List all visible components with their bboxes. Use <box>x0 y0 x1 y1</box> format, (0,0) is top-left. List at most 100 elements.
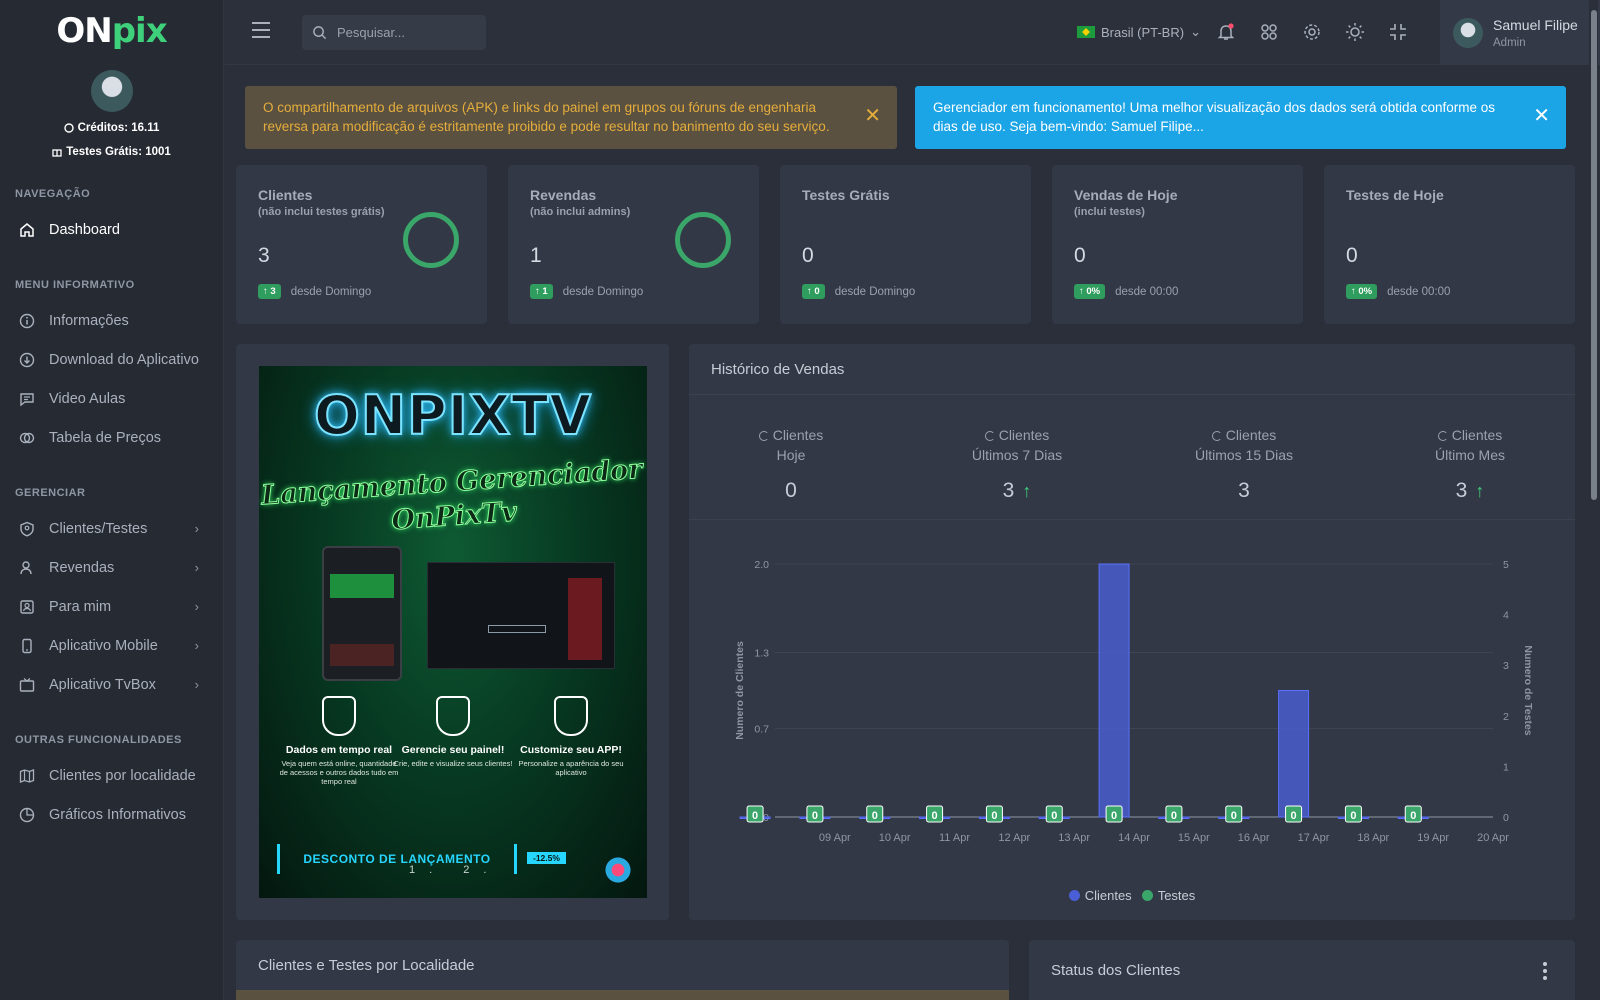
stat-subtitle: (inclui testes) <box>1074 206 1145 218</box>
sidebar-item-aplicativo-tvbox[interactable]: Aplicativo TvBox › <box>0 665 223 704</box>
sidebar-item-para-mim[interactable]: Para mim › <box>0 587 223 626</box>
carousel-indicators[interactable]: 1. 2. <box>409 864 500 876</box>
menu-toggle-icon[interactable] <box>252 22 270 42</box>
avatar <box>1453 17 1483 48</box>
sidebar-item-revendas[interactable]: Revendas › <box>0 548 223 587</box>
kpi-value: 3 <box>1455 479 1468 502</box>
free-tests-text: Testes Grátis: 1001 <box>66 146 171 158</box>
stat-card-testes-gratis: Testes Grátis 0 ↑ 0 desde Domingo <box>780 165 1031 324</box>
feature-desc: Personalize a aparência do seu aplicativ… <box>518 759 624 777</box>
data-label: 0 <box>812 810 818 822</box>
y-tick-label: 2.0 <box>754 559 769 571</box>
kpi-label: Clientes <box>1225 427 1277 443</box>
y2-tick-label: 2 <box>1503 711 1509 723</box>
sidebar-item-video-aulas[interactable]: Video Aulas <box>0 379 223 418</box>
language-label: Brasil (PT-BR) <box>1101 24 1185 40</box>
stat-title: Clientes <box>258 187 313 203</box>
sidebar-item-clientes-testes[interactable]: Clientes/Testes › <box>0 509 223 548</box>
search-icon <box>313 26 327 40</box>
sidebar-item-informacoes[interactable]: Informações <box>0 301 223 340</box>
free-tests-line: Testes Grátis: 1001 <box>52 146 171 158</box>
shield-chart-icon <box>436 696 470 736</box>
gear-icon[interactable] <box>1300 20 1324 44</box>
stat-value: 0 <box>802 244 814 267</box>
page-scrollbar[interactable] <box>1589 0 1598 1000</box>
x-tick-label: 18 Apr <box>1357 832 1389 844</box>
kpi-period: Último Mes <box>1434 447 1505 463</box>
more-vertical-icon[interactable] <box>1543 962 1547 983</box>
apps-grid-icon[interactable] <box>1257 20 1281 44</box>
info-text: Gerenciador em funcionamento! Uma melhor… <box>933 100 1496 134</box>
fullscreen-exit-icon[interactable] <box>1386 20 1410 44</box>
kpi-period: Últimos 7 Dias <box>971 447 1063 463</box>
close-icon[interactable]: ✕ <box>864 106 881 126</box>
stat-value: 0 <box>1074 244 1086 267</box>
refresh-icon <box>1437 431 1448 442</box>
stat-value: 0 <box>1346 244 1358 267</box>
feature-title: Dados em tempo real <box>285 744 393 756</box>
credits-text: Créditos: 16.11 <box>77 122 160 134</box>
warning-alert: O compartilhamento de arquivos (APK) e l… <box>245 86 897 149</box>
legend-item-testes[interactable]: Testes <box>1141 888 1195 903</box>
gift-icon <box>52 149 62 157</box>
trend-badge: ↑ 1 <box>530 284 553 299</box>
sidebar-item-dashboard[interactable]: Dashboard <box>0 210 223 249</box>
user-menu[interactable]: Samuel Filipe Admin <box>1440 0 1600 65</box>
x-tick-label: 17 Apr <box>1298 832 1330 844</box>
phone-mockup <box>322 546 402 681</box>
sales-kpis: Clientes Hoje 0 Clientes Últimos 7 Dias … <box>689 395 1575 520</box>
kpi-clientes-15-dias: Clientes Últimos 15 Dias 3 <box>1144 425 1344 501</box>
logo[interactable]: ONpix <box>0 0 223 62</box>
refresh-icon <box>984 431 995 442</box>
sidebar-item-clientes-localidade[interactable]: Clientes por localidade <box>0 756 223 795</box>
x-tick-label: 20 Apr <box>1477 832 1509 844</box>
avatar[interactable] <box>90 70 133 112</box>
sun-icon[interactable] <box>1343 20 1367 44</box>
kpi-clientes-hoje: Clientes Hoje 0 <box>691 425 891 501</box>
x-tick-label: 10 Apr <box>879 832 911 844</box>
location-card-title: Clientes e Testes por Localidade <box>258 957 475 974</box>
close-icon[interactable]: ✕ <box>1533 106 1550 126</box>
sidebar-item-label: Para mim <box>49 598 112 615</box>
legend-item-clientes[interactable]: Clientes <box>1068 888 1132 903</box>
y2-tick-label: 1 <box>1503 761 1509 773</box>
tv-logo-icon <box>603 856 633 884</box>
trend-badge: ↑ 0 <box>802 284 825 299</box>
nav-section-title: NAVEGAÇÃO <box>15 188 91 200</box>
home-icon <box>19 222 35 238</box>
sidebar-item-download[interactable]: Download do Aplicativo <box>0 340 223 379</box>
coins-icon <box>19 430 35 446</box>
search-box[interactable] <box>302 15 486 50</box>
contact-icon <box>19 599 35 615</box>
bell-icon[interactable] <box>1214 20 1238 44</box>
sidebar-item-label: Gráficos Informativos <box>49 806 186 823</box>
arrow-up-icon: ↑ <box>1475 481 1485 501</box>
kpi-label: Clientes <box>1451 427 1503 443</box>
sidebar-item-tabela-precos[interactable]: Tabela de Preços <box>0 418 223 457</box>
chevron-right-icon: › <box>194 521 199 536</box>
feature-title: Gerencie seu painel! <box>401 744 505 756</box>
x-tick-label: 14 Apr <box>1118 832 1150 844</box>
nav-section-title: OUTRAS FUNCIONALIDADES <box>15 734 182 746</box>
kpi-value: 3 <box>1002 479 1015 502</box>
kpi-period: Hoje <box>776 447 806 463</box>
language-selector[interactable]: Brasil (PT-BR) ⌄ <box>1077 24 1201 40</box>
feature-desc: Veja quem está online, quantidade de ace… <box>279 759 399 786</box>
download-icon <box>19 352 35 368</box>
client-status-card: Status dos Clientes <box>1029 940 1575 1000</box>
topbar: Brasil (PT-BR) ⌄ Samuel Filipe Admin <box>225 0 1600 65</box>
search-input[interactable] <box>337 25 477 40</box>
y-axis-label: Numero de Clientes <box>734 641 746 740</box>
nav-section-title: MENU INFORMATIVO <box>15 279 135 291</box>
x-tick-label: 13 Apr <box>1058 832 1090 844</box>
sidebar-item-label: Dashboard <box>49 221 120 238</box>
sidebar-item-label: Tabela de Preços <box>49 429 162 446</box>
y2-axis-label: Numero de Testes <box>1522 645 1534 735</box>
sidebar-item-graficos[interactable]: Gráficos Informativos <box>0 795 223 834</box>
promo-banner-image[interactable]: ONPIXTV Lançamento Gerenciador OnPixTv D… <box>259 366 647 898</box>
data-label: 0 <box>1171 810 1177 822</box>
data-label: 0 <box>1231 810 1237 822</box>
sidebar-item-aplicativo-mobile[interactable]: Aplicativo Mobile › <box>0 626 223 665</box>
credits-line: Créditos: 16.11 <box>63 122 160 134</box>
status-card-title: Status dos Clientes <box>1051 962 1181 979</box>
